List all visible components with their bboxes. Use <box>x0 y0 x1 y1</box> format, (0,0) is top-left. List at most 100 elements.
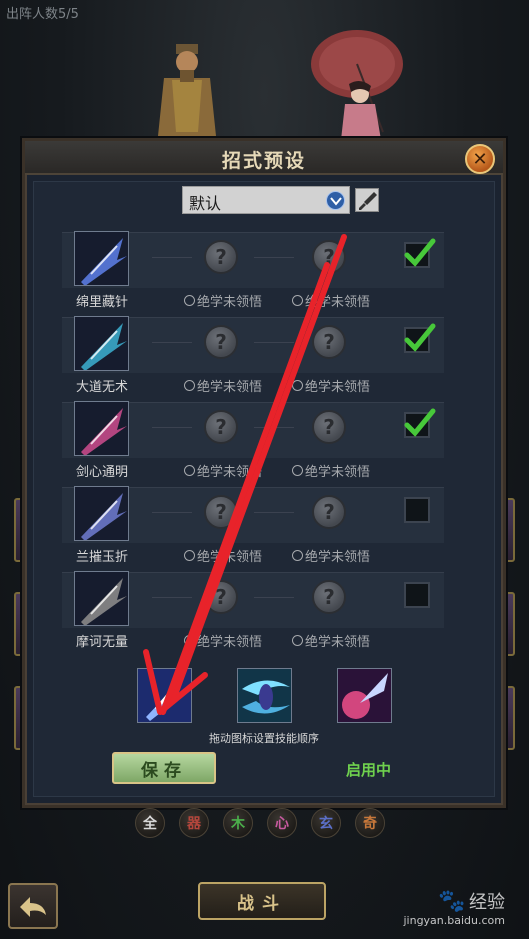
divider <box>254 512 294 513</box>
radio-icon <box>292 380 303 391</box>
locked-slot-icon[interactable]: ? <box>312 495 346 529</box>
skill-row: 绵里藏针 ? ? 绝学未领悟 绝学未领悟 <box>34 228 494 313</box>
skill-icon[interactable] <box>74 316 129 371</box>
order-icon-3[interactable] <box>337 668 392 723</box>
locked-slot-icon[interactable]: ? <box>204 410 238 444</box>
element-filter-1[interactable]: 器 <box>179 808 209 838</box>
divider <box>152 342 192 343</box>
slot-radio[interactable]: 绝学未领悟 <box>184 461 262 480</box>
deploy-count: 出阵人数5/5 <box>6 7 79 22</box>
divider <box>254 597 294 598</box>
radio-label: 绝学未领悟 <box>305 465 371 480</box>
close-icon[interactable]: ✕ <box>465 144 495 174</box>
radio-icon <box>292 635 303 646</box>
chevron-down-icon[interactable] <box>326 191 345 210</box>
skill-checkbox[interactable] <box>404 582 430 608</box>
hero-general <box>158 44 216 136</box>
radio-label: 绝学未领悟 <box>197 295 263 310</box>
order-icon-2[interactable] <box>237 668 292 723</box>
dialog-header: 招式预设 ✕ <box>25 141 503 175</box>
radio-icon <box>292 465 303 476</box>
divider <box>254 427 294 428</box>
locked-slot-icon[interactable]: ? <box>312 410 346 444</box>
skill-name: 大道无术 <box>75 380 128 395</box>
slot-radio[interactable]: 绝学未领悟 <box>292 376 370 395</box>
dialog-title: 招式预设 <box>221 150 306 172</box>
divider <box>254 342 294 343</box>
divider <box>152 512 192 513</box>
divider <box>152 597 192 598</box>
brush-icon[interactable] <box>355 188 379 212</box>
slot-radio[interactable]: 绝学未领悟 <box>184 291 262 310</box>
element-filter-bar: 全器木心玄奇 <box>135 808 385 838</box>
element-filter-5[interactable]: 奇 <box>355 808 385 838</box>
divider <box>254 257 294 258</box>
dialog-body: 默认 绵里藏针 ? ? 绝学未领悟 绝学未领悟 大道无术 ? ? 绝学未领悟 绝… <box>33 181 495 797</box>
skill-icon[interactable] <box>74 486 129 541</box>
skill-name: 绵里藏针 <box>75 295 128 310</box>
skill-name: 摩诃无量 <box>75 635 128 650</box>
checkmark-icon <box>404 238 436 267</box>
element-filter-3[interactable]: 心 <box>267 808 297 838</box>
preset-dropdown[interactable]: 默认 <box>182 186 350 214</box>
radio-label: 绝学未领悟 <box>197 550 263 565</box>
slot-radio[interactable]: 绝学未领悟 <box>184 631 262 650</box>
drag-hint: 拖动图标设置技能顺序 <box>209 732 319 745</box>
watermark: 🐾 经验 jingyan.baidu.com <box>403 888 505 927</box>
divider <box>152 427 192 428</box>
skill-checkbox[interactable] <box>404 323 436 353</box>
locked-slot-icon[interactable]: ? <box>204 240 238 274</box>
skill-name: 兰摧玉折 <box>75 550 128 565</box>
radio-label: 绝学未领悟 <box>197 635 263 650</box>
radio-label: 绝学未领悟 <box>305 380 371 395</box>
back-button[interactable] <box>8 883 58 929</box>
skill-icon[interactable] <box>74 571 129 626</box>
radio-icon <box>184 380 195 391</box>
slot-radio[interactable]: 绝学未领悟 <box>184 376 262 395</box>
fight-button[interactable]: 战斗 <box>198 882 326 920</box>
locked-slot-icon[interactable]: ? <box>204 580 238 614</box>
radio-label: 绝学未领悟 <box>305 635 371 650</box>
slot-radio[interactable]: 绝学未领悟 <box>184 546 262 565</box>
checkmark-icon <box>404 323 436 352</box>
locked-slot-icon[interactable]: ? <box>204 495 238 529</box>
divider <box>152 257 192 258</box>
radio-icon <box>184 550 195 561</box>
save-button[interactable]: 保存 <box>112 752 216 784</box>
skill-icon[interactable] <box>74 401 129 456</box>
skill-preset-dialog: 招式预设 ✕ 默认 绵里藏针 ? ? 绝学未领悟 绝学未领悟 大道无术 ? ? … <box>22 138 506 808</box>
radio-label: 绝学未领悟 <box>305 550 371 565</box>
radio-label: 绝学未领悟 <box>197 465 263 480</box>
hero-umbrella-girl <box>311 30 403 140</box>
preset-selected-value: 默认 <box>189 194 222 213</box>
locked-slot-icon[interactable]: ? <box>312 580 346 614</box>
locked-slot-icon[interactable]: ? <box>312 325 346 359</box>
slot-radio[interactable]: 绝学未领悟 <box>292 461 370 480</box>
locked-slot-icon[interactable]: ? <box>312 240 346 274</box>
locked-slot-icon[interactable]: ? <box>204 325 238 359</box>
back-arrow-icon <box>20 897 46 917</box>
radio-label: 绝学未领悟 <box>305 295 371 310</box>
skill-row: 剑心通明 ? ? 绝学未领悟 绝学未领悟 <box>34 398 494 483</box>
element-filter-0[interactable]: 全 <box>135 808 165 838</box>
checkmark-icon <box>404 408 436 437</box>
skill-row: 摩诃无量 ? ? 绝学未领悟 绝学未领悟 <box>34 568 494 653</box>
slot-radio[interactable]: 绝学未领悟 <box>292 546 370 565</box>
radio-icon <box>292 295 303 306</box>
skill-icon[interactable] <box>74 231 129 286</box>
status-label: 启用中 <box>346 761 392 779</box>
slot-radio[interactable]: 绝学未领悟 <box>292 291 370 310</box>
radio-icon <box>184 465 195 476</box>
skill-checkbox[interactable] <box>404 497 430 523</box>
slot-radio[interactable]: 绝学未领悟 <box>292 631 370 650</box>
element-filter-4[interactable]: 玄 <box>311 808 341 838</box>
skill-name: 剑心通明 <box>75 465 128 480</box>
baidu-paw-icon: 🐾 <box>438 889 466 914</box>
radio-icon <box>184 295 195 306</box>
radio-icon <box>184 635 195 646</box>
order-icon-1[interactable] <box>137 668 192 723</box>
skill-row: 兰摧玉折 ? ? 绝学未领悟 绝学未领悟 <box>34 483 494 568</box>
element-filter-2[interactable]: 木 <box>223 808 253 838</box>
skill-checkbox[interactable] <box>404 238 436 268</box>
skill-checkbox[interactable] <box>404 408 436 438</box>
